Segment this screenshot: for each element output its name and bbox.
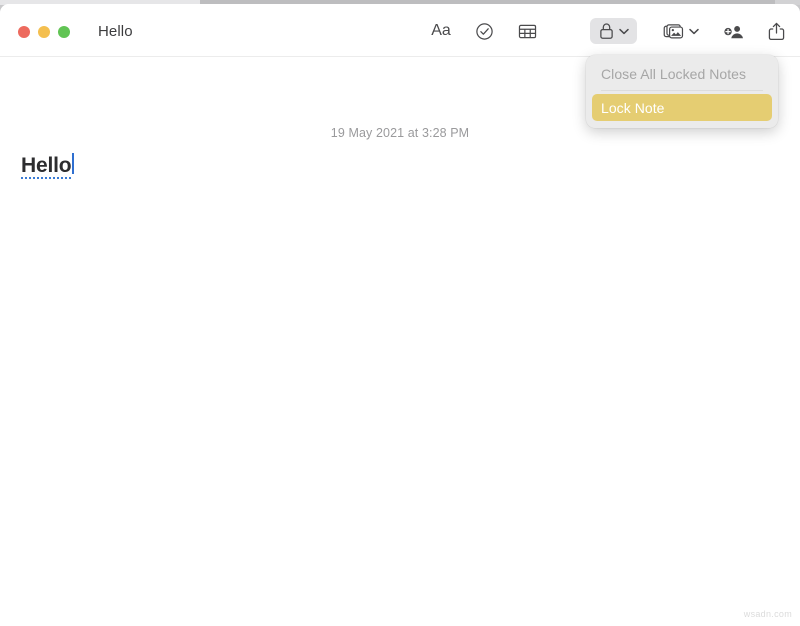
window-toolbar: Hello Aa [0,4,800,57]
table-icon [518,23,537,40]
share-icon [768,22,785,41]
note-title-text[interactable]: Hello [21,155,72,179]
text-caret [72,153,74,174]
media-button[interactable] [657,18,704,44]
chevron-down-icon [618,28,629,35]
lock-note-button[interactable] [590,18,637,44]
lock-dropdown-menu: Close All Locked Notes Lock Note [586,55,778,128]
share-button[interactable] [763,18,789,44]
maximize-button[interactable] [58,26,70,38]
menu-item-lock-note[interactable]: Lock Note [592,94,772,121]
note-date: 19 May 2021 at 3:28 PM [330,126,470,140]
menu-item-close-all-locked-notes[interactable]: Close All Locked Notes [592,60,772,87]
format-button[interactable]: Aa [427,18,455,44]
note-text-line[interactable]: Hello [21,151,74,179]
add-people-button[interactable] [720,18,748,44]
note-body[interactable]: 19 May 2021 at 3:28 PM Hello wsadn.com [0,57,800,625]
format-aa-icon: Aa [431,22,451,39]
notes-window: Hello Aa 19 May 2021 at 3:28 PM Hello ws… [0,4,800,626]
lock-icon [599,22,614,40]
close-button[interactable] [18,26,30,38]
menu-separator [601,90,763,91]
table-button[interactable] [513,18,541,44]
traffic-lights [18,26,70,38]
window-title: Hello [98,23,133,40]
checklist-button[interactable] [470,18,498,44]
chevron-down-icon [688,28,699,35]
minimize-button[interactable] [38,26,50,38]
watermark: wsadn.com [743,609,792,619]
add-person-icon [723,23,745,40]
media-icon [663,23,684,40]
checklist-icon [475,22,494,41]
